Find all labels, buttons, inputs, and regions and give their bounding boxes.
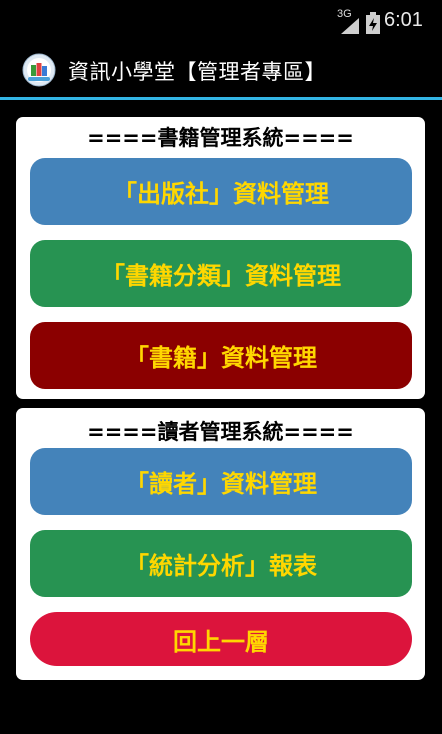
app-logo-icon	[22, 53, 56, 87]
book-management-panel: ====書籍管理系統==== 「出版社」資料管理 「書籍分類」資料管理 「書籍」…	[16, 117, 425, 399]
book-management-button[interactable]: 「書籍」資料管理	[30, 322, 412, 389]
book-system-heading: ====書籍管理系統====	[87, 126, 354, 150]
reader-management-panel: ====讀者管理系統==== 「讀者」資料管理 「統計分析」報表 回上一層	[16, 408, 425, 680]
reader-management-button[interactable]: 「讀者」資料管理	[30, 448, 412, 515]
back-button[interactable]: 回上一層	[30, 612, 412, 666]
battery-icon	[366, 12, 380, 34]
signal-strength-icon	[341, 18, 359, 34]
status-bar: 3G 6:01	[0, 0, 442, 40]
book-category-management-button[interactable]: 「書籍分類」資料管理	[30, 240, 412, 307]
statistics-report-button[interactable]: 「統計分析」報表	[30, 530, 412, 597]
bottom-strip	[0, 700, 442, 734]
app-title: 資訊小學堂【管理者專區】	[68, 60, 326, 84]
reader-system-heading: ====讀者管理系統====	[87, 420, 354, 444]
clock: 6:01	[384, 9, 423, 31]
publisher-management-button[interactable]: 「出版社」資料管理	[30, 158, 412, 225]
action-bar: 資訊小學堂【管理者專區】	[0, 40, 442, 100]
